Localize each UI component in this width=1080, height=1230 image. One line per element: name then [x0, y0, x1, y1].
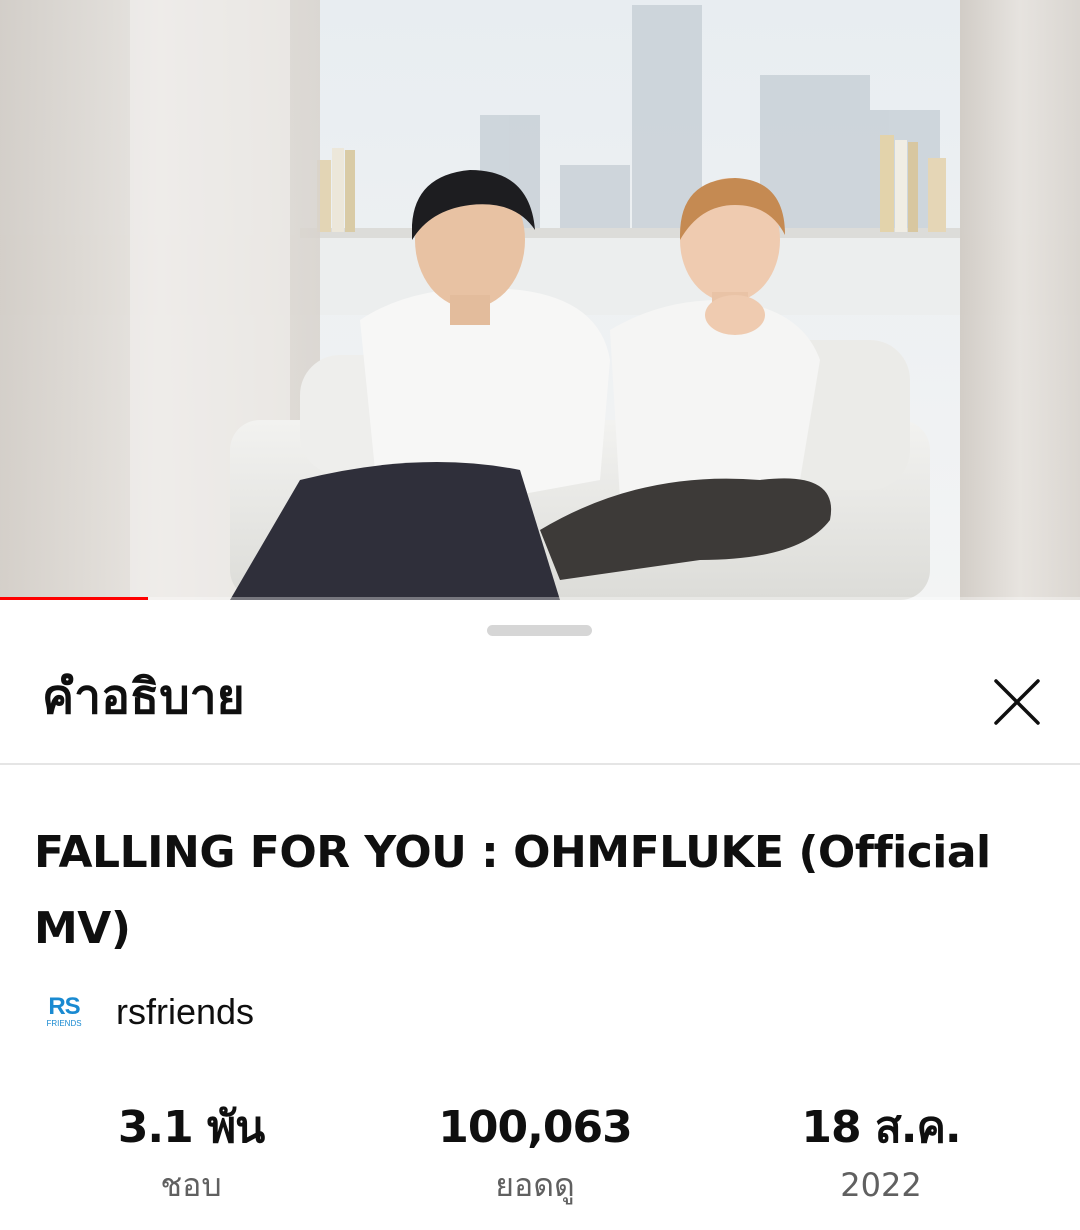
sheet-header: คำอธิบาย	[0, 643, 1080, 763]
upload-year: 2022	[840, 1166, 922, 1204]
video-player[interactable]	[0, 0, 1080, 600]
channel-name[interactable]: rsfriends	[116, 991, 254, 1033]
likes-label: ชอบ	[160, 1166, 222, 1204]
views-label: ยอดดู	[495, 1166, 575, 1204]
sheet-title: คำอธิบาย	[42, 669, 245, 725]
channel-logo-subtext: FRIENDS	[46, 1019, 82, 1028]
stat-views: 100,063 ยอดดู	[375, 1097, 695, 1211]
header-divider	[0, 763, 1080, 765]
video-title: FALLING FOR YOU : OHMFLUKE (Official MV)	[34, 827, 991, 954]
channel-row[interactable]: RS FRIENDS rsfriends	[42, 987, 254, 1037]
video-thumbnail	[0, 0, 1080, 600]
description-sheet: คำอธิบาย FALLING FOR YOU : OHMFLUKE (Off…	[0, 603, 1080, 1230]
upload-date: 18 ส.ค.	[801, 1102, 961, 1153]
likes-count: 3.1 พัน	[117, 1102, 265, 1153]
video-progress-played	[0, 597, 148, 600]
channel-avatar[interactable]: RS FRIENDS	[42, 990, 86, 1034]
video-progress-bar[interactable]	[0, 597, 1080, 600]
close-icon	[994, 679, 1040, 725]
stat-likes: 3.1 พัน ชอบ	[31, 1097, 351, 1211]
video-stats: 3.1 พัน ชอบ 100,063 ยอดดู 18 ส.ค. 2022	[0, 1097, 1080, 1217]
close-button[interactable]	[982, 667, 1052, 737]
views-count: 100,063	[438, 1102, 632, 1153]
sheet-drag-handle[interactable]	[487, 625, 592, 636]
stat-date: 18 ส.ค. 2022	[721, 1097, 1041, 1211]
channel-logo-text: RS	[48, 993, 80, 1020]
